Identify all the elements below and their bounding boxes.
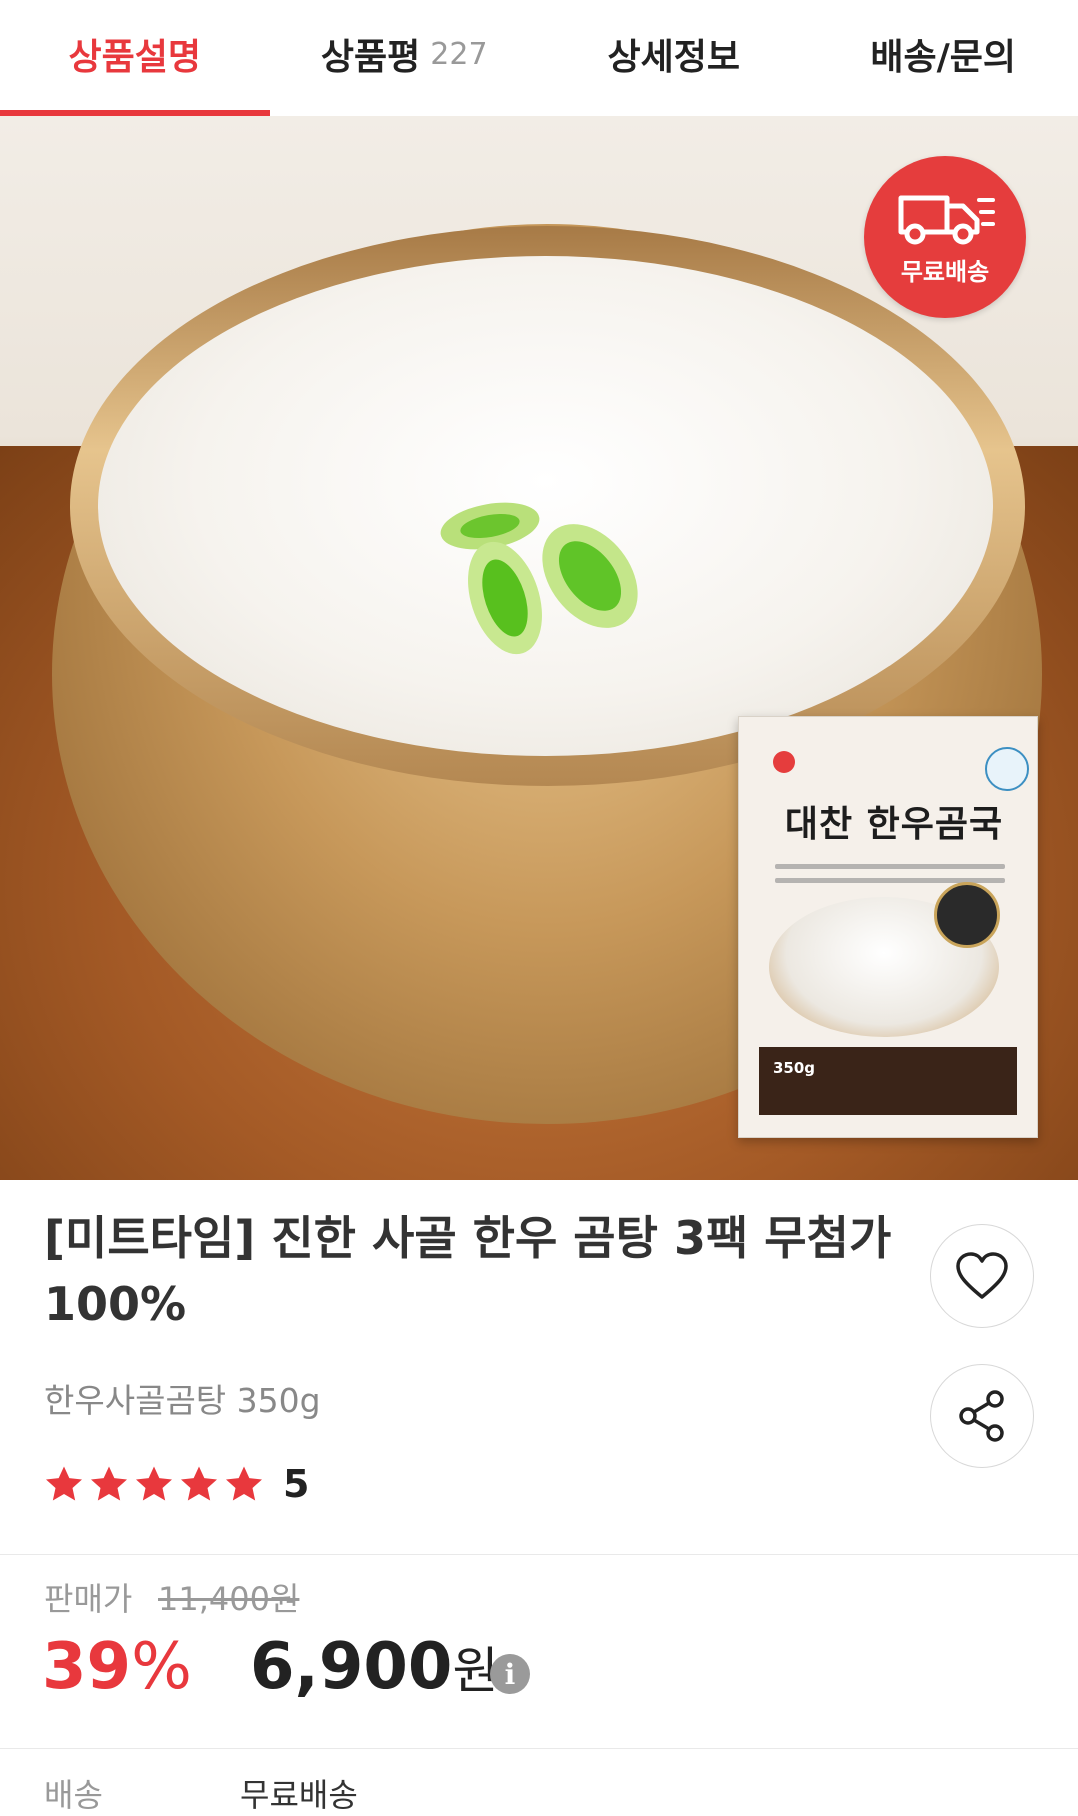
section-divider: [0, 1554, 1078, 1555]
tab-description[interactable]: 상품설명: [0, 0, 270, 116]
share-icon: [957, 1389, 1007, 1443]
package-title: 대찬 한우곰국: [779, 795, 1009, 847]
free-shipping-badge-label: 무료배송: [901, 252, 989, 287]
section-divider: [0, 1748, 1078, 1749]
tab-shipping-inquiry[interactable]: 배송/문의: [809, 0, 1078, 116]
review-count: 227: [430, 37, 487, 72]
tab-shipping-inquiry-label: 배송/문의: [870, 28, 1016, 80]
shipping-label: 배송: [44, 1770, 103, 1816]
tab-description-label: 상품설명: [69, 28, 201, 80]
star-icon: [179, 1464, 219, 1504]
star-icon: [44, 1464, 84, 1504]
product-rating[interactable]: 5: [44, 1462, 309, 1506]
discount-rate: 39%: [42, 1630, 192, 1704]
heart-icon: [955, 1251, 1009, 1301]
free-shipping-badge: 무료배송: [864, 156, 1026, 318]
tab-reviews[interactable]: 상품평 227: [270, 0, 540, 116]
haccp-mark-icon: [985, 747, 1029, 791]
package-seal-icon: [934, 882, 1000, 948]
tab-details-label: 상세정보: [608, 28, 740, 80]
delivery-truck-icon: [893, 188, 997, 246]
wishlist-button[interactable]: [930, 1224, 1034, 1328]
scallion-garnish: [440, 486, 670, 686]
star-icon: [134, 1464, 174, 1504]
discount-unit: %: [131, 1630, 192, 1704]
star-icon: [224, 1464, 264, 1504]
product-package-image: 대찬 한우곰국 350g: [738, 716, 1038, 1138]
star-icon: [89, 1464, 129, 1504]
product-title: [미트타임] 진한 사골 한우 곰탕 3팩 무첨가 100%: [44, 1205, 914, 1337]
final-price: 6,900원: [250, 1630, 498, 1704]
brand-logo: [773, 751, 795, 773]
package-weight: 350g: [773, 1059, 815, 1077]
package-bottom-band: [759, 1047, 1017, 1115]
product-tabs: 상품설명 상품평 227 상세정보 배송/문의: [0, 0, 1078, 117]
product-image-carousel[interactable]: 무료배송 대찬 한우곰국 350g: [0, 116, 1078, 1180]
discount-value: 39: [42, 1630, 131, 1704]
price-label: 판매가: [44, 1574, 132, 1620]
tab-details[interactable]: 상세정보: [539, 0, 809, 116]
original-price: 11,400원: [158, 1574, 299, 1620]
shipping-value: 무료배송: [240, 1770, 358, 1816]
final-price-value: 6,900: [250, 1630, 452, 1704]
tab-reviews-label: 상품평: [321, 28, 420, 80]
share-button[interactable]: [930, 1364, 1034, 1468]
product-subtitle: 한우사골곰탕 350g: [44, 1374, 321, 1422]
price-info-icon[interactable]: i: [490, 1654, 530, 1694]
rating-value: 5: [283, 1462, 309, 1506]
